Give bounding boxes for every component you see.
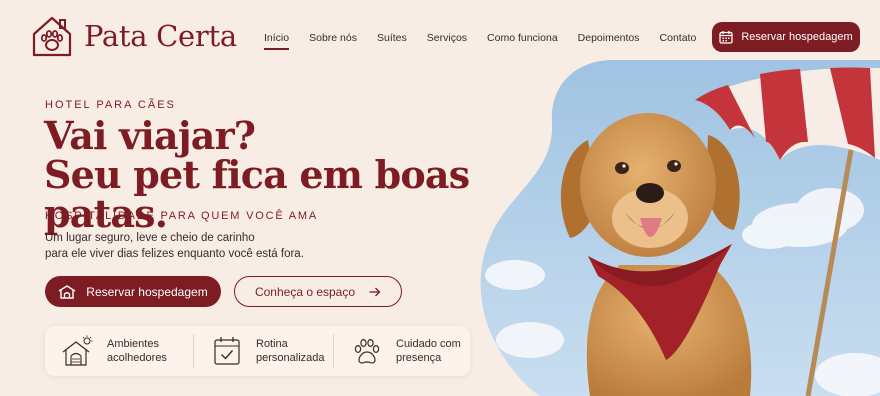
nav-item-suites[interactable]: Suítes [377, 32, 407, 50]
paw-icon [354, 338, 380, 364]
features-card: Ambientes acolhedores Rotina personaliza… [45, 326, 470, 376]
main-nav: Início Sobre nós Suítes Serviços Como fu… [264, 32, 716, 50]
nav-item-como-funciona[interactable]: Como funciona [487, 32, 558, 50]
feature-care-text: Cuidado com presença [396, 337, 461, 365]
feature-routine-line-1: Rotina [256, 338, 288, 350]
hero-description: Um lugar seguro, leve e cheio de carinho… [45, 230, 425, 262]
feature-cozy-line-1: Ambientes [107, 338, 159, 350]
house-sun-icon [62, 335, 93, 366]
feature-cozy-line-2: acolhedores [107, 352, 167, 364]
arrow-right-icon [369, 287, 381, 296]
hero-dog-image [480, 60, 880, 396]
calendar-icon [719, 31, 733, 44]
feature-routine-line-2: personalizada [256, 352, 325, 364]
feature-cozy-spaces: Ambientes acolhedores [45, 334, 193, 368]
brand-name: Pata Certa [84, 19, 237, 53]
feature-care-line-2: presença [396, 352, 442, 364]
nav-item-sobre[interactable]: Sobre nós [309, 32, 357, 50]
calendar-check-icon [214, 337, 240, 365]
nav-item-contato[interactable]: Contato [660, 32, 697, 50]
feature-care-line-1: Cuidado com [396, 338, 461, 350]
feature-custom-routine: Rotina personalizada [193, 334, 333, 368]
book-stay-button[interactable]: Reservar hospedagem [45, 276, 221, 307]
description-line-1: Um lugar seguro, leve e cheio de carinho [45, 232, 255, 244]
brand-logo[interactable]: Pata Certa [30, 14, 237, 58]
hero-subtitle: HOSPITALIDADE PARA QUEM VOCÊ AMA [45, 210, 318, 222]
explore-space-button[interactable]: Conheça o espaço [234, 276, 402, 307]
nav-item-servicos[interactable]: Serviços [427, 32, 467, 50]
header-book-label: Reservar hospedagem [741, 31, 853, 43]
nav-item-depoimentos[interactable]: Depoimentos [578, 32, 640, 50]
paw-house-logo-icon [32, 16, 72, 57]
header-book-button[interactable]: Reservar hospedagem [712, 22, 860, 52]
explore-space-label: Conheça o espaço [254, 284, 356, 299]
hero-kicker: HOTEL PARA CÃES [45, 99, 176, 111]
feature-care-presence: Cuidado com presença [333, 334, 470, 368]
feature-routine-text: Rotina personalizada [256, 337, 325, 365]
dog-house-icon [58, 284, 76, 299]
book-stay-label: Reservar hospedagem [86, 284, 208, 299]
description-line-2: para ele viver dias felizes enquanto voc… [45, 248, 304, 260]
nav-item-inicio[interactable]: Início [264, 32, 290, 50]
feature-cozy-text: Ambientes acolhedores [107, 337, 167, 365]
